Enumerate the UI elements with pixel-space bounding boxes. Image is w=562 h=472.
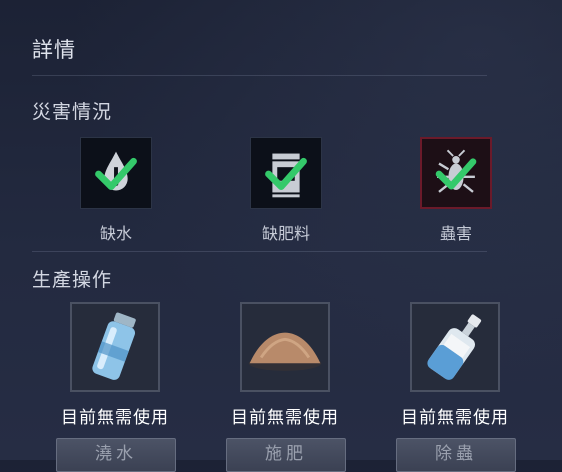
check-icon <box>95 157 137 191</box>
pest-control-button[interactable]: 除蟲 <box>396 438 516 472</box>
pesticide-status: 目前無需使用 <box>401 408 509 428</box>
disaster-section-title: 災害情況 <box>32 101 113 123</box>
fertilize-button[interactable]: 施肥 <box>226 438 346 472</box>
watering-status: 目前無需使用 <box>61 408 169 428</box>
water-shortage-status[interactable] <box>80 137 152 209</box>
watering-item-slot[interactable] <box>70 302 160 392</box>
pesticide-item-slot[interactable] <box>410 302 500 392</box>
title-divider <box>32 75 487 76</box>
fertilizer-shortage-label: 缺肥料 <box>261 224 310 243</box>
water-bottle-icon <box>92 312 136 380</box>
check-icon <box>435 158 477 190</box>
water-shortage-label: 缺水 <box>99 224 132 243</box>
fertilizer-shortage-status[interactable] <box>250 137 322 209</box>
section-divider <box>32 251 487 252</box>
pesticide-bottle-icon <box>427 314 482 380</box>
fertilizing-status: 目前無需使用 <box>231 408 339 428</box>
pest-status[interactable] <box>420 137 492 209</box>
fertilizing-item-slot[interactable] <box>240 302 330 392</box>
check-icon <box>265 157 307 191</box>
pest-label: 蟲害 <box>439 224 472 243</box>
fertilizer-pile-icon <box>248 332 322 371</box>
details-panel: 詳情 災害情況 缺水 缺肥料 蟲害 生產操作 目前無需使用 澆水 目前無需使用 … <box>0 0 562 472</box>
operation-section-title: 生產操作 <box>32 269 113 291</box>
water-button[interactable]: 澆水 <box>56 438 176 472</box>
panel-title: 詳情 <box>32 38 76 62</box>
